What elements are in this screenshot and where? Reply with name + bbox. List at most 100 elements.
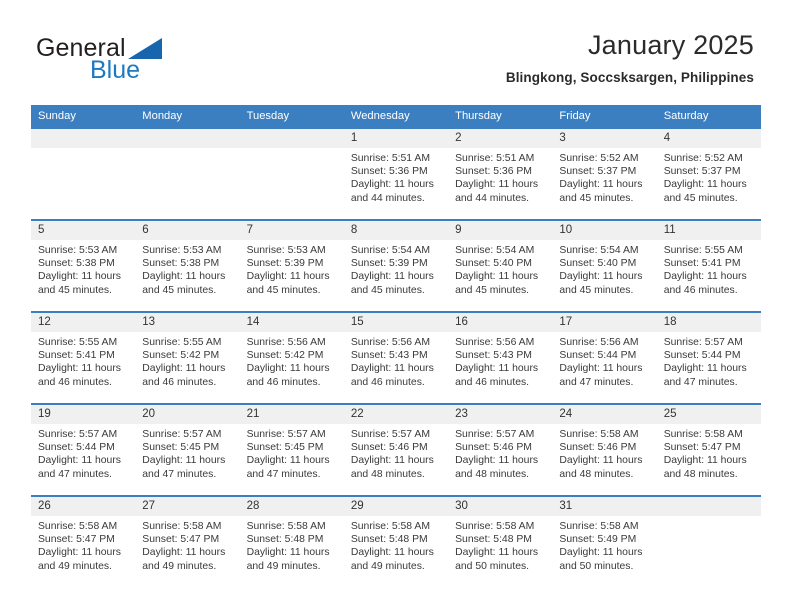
calendar-day-cell[interactable]: 27 Sunrise: 5:58 AM Sunset: 5:47 PM Dayligh… [135,495,240,587]
daylight-text-line1: Daylight: 11 hours [38,547,121,559]
calendar-day-cell[interactable]: 21 Sunrise: 5:57 AM Sunset: 5:45 PM Dayligh… [239,403,344,496]
page-title: January 2025 [587,30,754,60]
sunset-text: Sunset: 5:47 PM [142,534,220,546]
day-cell-inner: 5 Sunrise: 5:53 AM Sunset: 5:38 PM Daylight… [31,221,136,311]
calendar-day-cell[interactable]: 16 Sunrise: 5:56 AM Sunset: 5:43 PM Dayligh… [448,311,553,404]
sunrise-text: Sunrise: 5:57 AM [142,429,222,440]
day-cell-inner: 18 Sunrise: 5:57 AM Sunset: 5:44 PM Dayligh… [656,313,761,403]
calendar-day-cell[interactable]: 7 Sunrise: 5:53 AM Sunset: 5:39 PM Daylight… [239,219,344,312]
calendar-day-cell[interactable]: 19 Sunrise: 5:57 AM Sunset: 5:44 PM Dayligh… [31,403,136,496]
calendar-day-cell[interactable]: 26 Sunrise: 5:58 AM Sunset: 5:47 PM Dayligh… [31,495,136,587]
daylight-text-line2: and 47 minutes. [246,468,321,480]
daylight-text-line1: Daylight: 11 hours [455,363,539,375]
weekday-header-tuesday: Tuesday [239,105,344,128]
sunrise-text: Sunrise: 5:56 AM [246,337,326,348]
sunrise-text: Sunrise: 5:58 AM [350,521,430,532]
sunset-text: Sunset: 5:46 PM [350,442,428,454]
daylight-text-line1: Daylight: 11 hours [663,363,747,375]
calendar-header-row: Sunday Monday Tuesday Wednesday Thursday… [31,105,761,128]
weekday-header-thursday: Thursday [448,105,553,128]
calendar-day-cell[interactable]: 30 Sunrise: 5:58 AM Sunset: 5:48 PM Dayligh… [448,495,553,587]
calendar-day-cell[interactable]: 15 Sunrise: 5:56 AM Sunset: 5:43 PM Dayligh… [343,311,449,404]
day-number: 22 [343,405,449,424]
daylight-text-line1: Daylight: 11 hours [350,179,434,191]
day-number: 3 [552,129,657,148]
calendar-day-cell[interactable]: 1 Sunrise: 5:51 AM Sunset: 5:36 PM Daylight… [343,127,449,220]
day-cell-inner: 14 Sunrise: 5:56 AM Sunset: 5:42 PM Dayligh… [239,313,344,403]
calendar-day-cell[interactable]: 3 Sunrise: 5:52 AM Sunset: 5:37 PM Daylight… [552,127,657,220]
sunset-text: Sunset: 5:40 PM [559,258,637,270]
day-number: 4 [656,129,761,148]
calendar-day-cell[interactable]: 31 Sunrise: 5:58 AM Sunset: 5:49 PM Dayligh… [552,495,657,587]
day-number: 29 [343,497,449,516]
sunrise-text: Sunrise: 5:54 AM [455,245,535,256]
daylight-text-line2: and 47 minutes. [663,376,738,388]
calendar-day-cell[interactable]: 2 Sunrise: 5:51 AM Sunset: 5:36 PM Daylight… [448,127,553,220]
day-cell-inner: 3 Sunrise: 5:52 AM Sunset: 5:37 PM Daylight… [552,129,657,219]
daylight-text-line1: Daylight: 11 hours [246,455,330,467]
sunrise-text: Sunrise: 5:53 AM [246,245,326,256]
brand-logo[interactable]: General Blue [36,36,226,88]
calendar-day-cell[interactable]: 22 Sunrise: 5:57 AM Sunset: 5:46 PM Dayligh… [343,403,449,496]
day-number: 25 [656,405,761,424]
calendar-day-cell[interactable]: 23 Sunrise: 5:57 AM Sunset: 5:46 PM Dayligh… [448,403,553,496]
calendar-day-cell[interactable]: 20 Sunrise: 5:57 AM Sunset: 5:45 PM Dayligh… [135,403,240,496]
calendar-day-cell[interactable]: 12 Sunrise: 5:55 AM Sunset: 5:41 PM Dayligh… [31,311,136,404]
calendar-day-cell[interactable]: 6 Sunrise: 5:53 AM Sunset: 5:38 PM Daylight… [135,219,240,312]
daylight-text-line1: Daylight: 11 hours [246,547,330,559]
day-cell-inner: 22 Sunrise: 5:57 AM Sunset: 5:46 PM Dayligh… [343,405,449,495]
day-number [239,129,344,148]
calendar-week-row: 12 Sunrise: 5:55 AM Sunset: 5:41 PM Dayligh… [31,311,761,404]
calendar-day-cell[interactable]: 13 Sunrise: 5:55 AM Sunset: 5:42 PM Dayligh… [135,311,240,404]
calendar-day-cell[interactable]: 14 Sunrise: 5:56 AM Sunset: 5:42 PM Dayligh… [239,311,344,404]
sunset-text: Sunset: 5:48 PM [455,534,532,546]
calendar-day-cell[interactable]: 11 Sunrise: 5:55 AM Sunset: 5:41 PM Dayligh… [656,219,761,312]
day-cell-inner: 16 Sunrise: 5:56 AM Sunset: 5:43 PM Dayligh… [448,313,553,403]
calendar-day-cell[interactable]: 18 Sunrise: 5:57 AM Sunset: 5:44 PM Dayligh… [656,311,761,404]
calendar-day-cell[interactable]: 24 Sunrise: 5:58 AM Sunset: 5:46 PM Dayligh… [552,403,657,496]
daylight-text-line1: Daylight: 11 hours [559,455,643,467]
daylight-text-line2: and 46 minutes. [246,376,321,388]
daylight-text-line2: and 45 minutes. [246,284,321,296]
daylight-text-line1: Daylight: 11 hours [455,455,539,467]
day-number: 14 [239,313,344,332]
day-info: Sunrise: 5:52 AM Sunset: 5:37 PM Daylight:… [552,148,656,205]
day-number: 17 [552,313,657,332]
sunrise-text: Sunrise: 5:57 AM [455,429,535,440]
day-info: Sunrise: 5:53 AM Sunset: 5:38 PM Daylight:… [135,240,239,297]
calendar-day-cell[interactable]: 9 Sunrise: 5:54 AM Sunset: 5:40 PM Daylight… [448,219,553,312]
sunrise-text: Sunrise: 5:58 AM [559,429,639,440]
day-number: 20 [135,405,240,424]
daylight-text-line2: and 48 minutes. [455,468,530,480]
daylight-text-line2: and 46 minutes. [142,376,217,388]
daylight-text-line1: Daylight: 11 hours [559,547,643,559]
sunrise-text: Sunrise: 5:58 AM [559,521,639,532]
calendar-day-cell[interactable]: 28 Sunrise: 5:58 AM Sunset: 5:48 PM Dayligh… [239,495,344,587]
day-info: Sunrise: 5:58 AM Sunset: 5:47 PM Daylight:… [31,516,135,573]
day-cell-inner: 8 Sunrise: 5:54 AM Sunset: 5:39 PM Daylight… [343,221,449,311]
weekday-header-friday: Friday [552,105,657,128]
page-header: General Blue January 2025 Blingkong, Soc… [0,0,792,104]
daylight-text-line1: Daylight: 11 hours [350,363,434,375]
daylight-text-line2: and 47 minutes. [142,468,217,480]
sunset-text: Sunset: 5:37 PM [559,166,637,178]
daylight-text-line2: and 49 minutes. [350,560,425,572]
calendar-day-cell[interactable]: 10 Sunrise: 5:54 AM Sunset: 5:40 PM Dayligh… [552,219,657,312]
sunset-text: Sunset: 5:36 PM [350,166,428,178]
calendar-day-cell[interactable]: 4 Sunrise: 5:52 AM Sunset: 5:37 PM Daylight… [656,127,761,220]
day-info: Sunrise: 5:55 AM Sunset: 5:41 PM Daylight:… [657,240,761,297]
day-info: Sunrise: 5:55 AM Sunset: 5:42 PM Daylight:… [135,332,239,389]
calendar-day-cell[interactable]: 17 Sunrise: 5:56 AM Sunset: 5:44 PM Dayligh… [552,311,657,404]
daylight-text-line1: Daylight: 11 hours [663,455,747,467]
day-cell-inner: 4 Sunrise: 5:52 AM Sunset: 5:37 PM Daylight… [656,129,761,219]
calendar-day-cell[interactable]: 8 Sunrise: 5:54 AM Sunset: 5:39 PM Daylight… [343,219,449,312]
daylight-text-line1: Daylight: 11 hours [350,455,434,467]
calendar-day-cell[interactable]: 25 Sunrise: 5:58 AM Sunset: 5:47 PM Dayligh… [656,403,761,496]
calendar-day-cell[interactable]: 29 Sunrise: 5:58 AM Sunset: 5:48 PM Dayligh… [343,495,449,587]
daylight-text-line1: Daylight: 11 hours [455,271,539,283]
day-number: 27 [135,497,240,516]
daylight-text-line2: and 49 minutes. [142,560,217,572]
calendar-day-cell[interactable]: 5 Sunrise: 5:53 AM Sunset: 5:38 PM Daylight… [31,219,136,312]
sunrise-text: Sunrise: 5:58 AM [38,521,118,532]
day-cell-inner: 24 Sunrise: 5:58 AM Sunset: 5:46 PM Dayligh… [552,405,657,495]
